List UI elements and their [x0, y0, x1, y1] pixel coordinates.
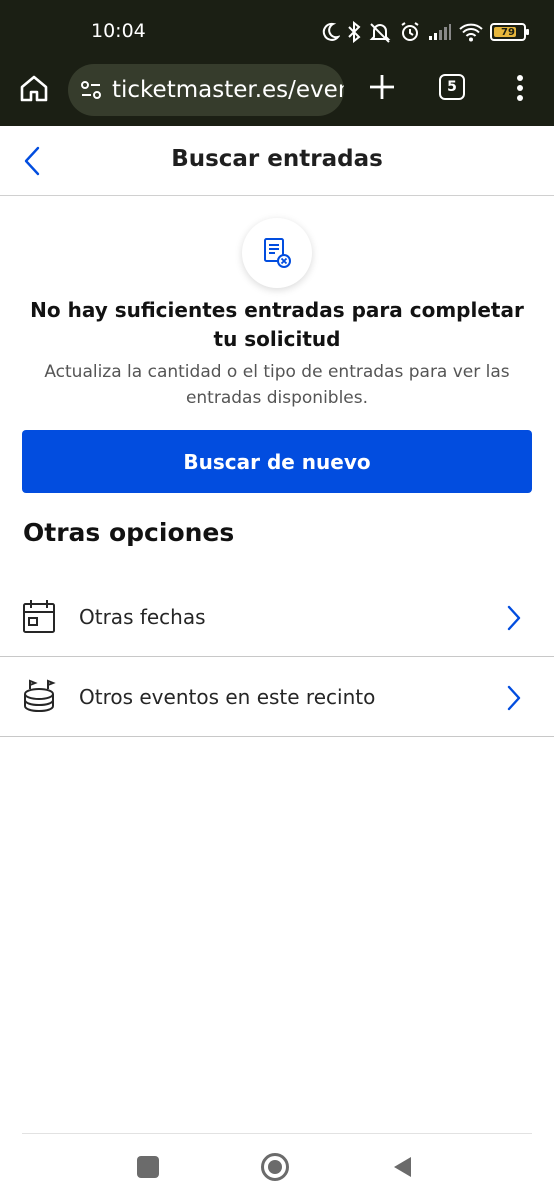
battery-icon: 79 — [490, 23, 529, 41]
tab-count: 5 — [447, 79, 457, 95]
ticket-unavailable-icon — [264, 238, 291, 268]
option-label: Otros eventos en este recinto — [79, 685, 376, 709]
option-other-events-venue[interactable]: Otros eventos en este recinto — [0, 657, 554, 737]
calendar-icon — [23, 600, 55, 633]
moon-icon — [322, 22, 340, 41]
back-triangle-icon[interactable] — [391, 1155, 413, 1179]
stadium-icon — [24, 679, 56, 713]
wifi-icon — [459, 23, 483, 42]
plus-icon[interactable] — [367, 72, 397, 102]
signal-icon — [429, 24, 451, 40]
url-text[interactable]: ticketmaster.es/events — [112, 77, 344, 103]
status-bar: 10:04 79 — [0, 0, 554, 62]
alarm-icon — [401, 22, 419, 41]
bluetooth-icon — [348, 21, 361, 43]
recent-apps-icon[interactable] — [137, 1156, 159, 1178]
notice-title: No hay suficientes entradas para complet… — [30, 298, 524, 351]
site-settings-icon[interactable] — [80, 79, 102, 101]
status-time: 10:04 — [91, 20, 146, 42]
vibrate-icon — [369, 23, 391, 43]
address-bar[interactable]: ticketmaster.es/events — [68, 64, 344, 116]
home-circle-icon[interactable] — [261, 1153, 289, 1181]
overflow-menu-icon[interactable] — [510, 72, 530, 104]
system-nav-bar — [0, 1134, 554, 1200]
battery-percent: 79 — [501, 26, 515, 38]
notice-icon-badge — [242, 218, 312, 288]
option-label: Otras fechas — [79, 605, 206, 629]
browser-toolbar: ticketmaster.es/events 5 — [0, 62, 554, 126]
notice-subtitle: Actualiza la cantidad o el tipo de entra… — [44, 362, 510, 408]
option-other-dates[interactable]: Otras fechas — [0, 577, 554, 657]
home-icon[interactable] — [18, 72, 50, 104]
chevron-right-icon — [507, 685, 521, 711]
chevron-right-icon — [507, 605, 521, 631]
other-options-heading: Otras opciones — [23, 518, 235, 547]
status-icons: 79 — [320, 18, 529, 46]
search-again-button[interactable]: Buscar de nuevo — [22, 430, 532, 493]
tabs-icon[interactable]: 5 — [439, 74, 465, 100]
page-header: Buscar entradas — [0, 126, 554, 196]
page-title: Buscar entradas — [171, 146, 383, 172]
